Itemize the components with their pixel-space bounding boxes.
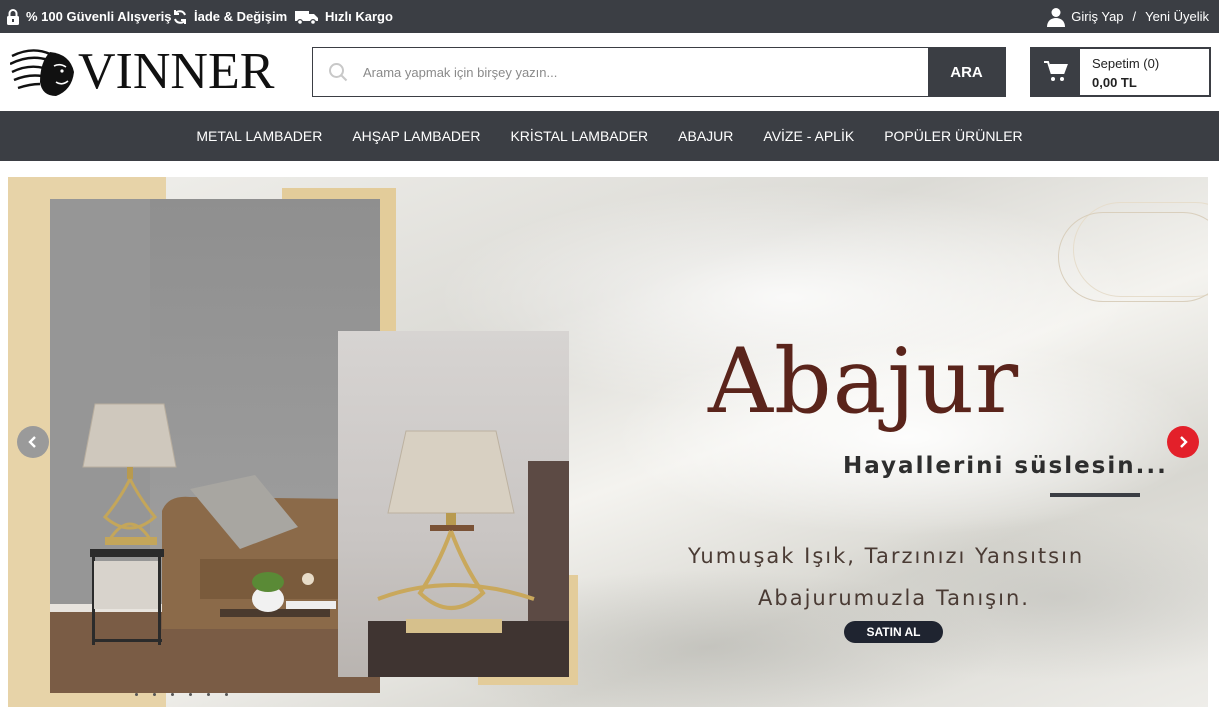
site-logo[interactable]: VINNER	[10, 44, 290, 100]
product-photo-living-room	[50, 199, 380, 693]
product-photo-lamp-closeup	[338, 331, 569, 677]
slider-dots	[135, 693, 243, 696]
slider-dot[interactable]	[207, 693, 210, 696]
nav-metal-lambader[interactable]: METAL LAMBADER	[196, 128, 322, 144]
slider-prev-button[interactable]	[17, 426, 49, 458]
banner-tagline-1: Yumuşak Işık, Tarzınızı Yansıtsın	[688, 544, 1085, 568]
returns-label: İade & Değişim	[194, 9, 288, 24]
banner-headline: Abajur	[708, 329, 1020, 434]
refresh-icon	[174, 9, 186, 24]
cart-label: Sepetim (0)	[1092, 56, 1160, 71]
login-link[interactable]: Giriş Yap	[1071, 9, 1123, 24]
account-links: Giriş Yap / Yeni Üyelik	[1047, 0, 1209, 33]
cart-icon-container	[1032, 49, 1080, 95]
slider-dot[interactable]	[153, 693, 156, 696]
chevron-left-icon	[28, 436, 36, 448]
secure-shopping: % 100 Güvenli Alışveriş	[6, 0, 171, 33]
slider-dot[interactable]	[135, 693, 138, 696]
truck-icon	[295, 10, 318, 25]
search-icon	[329, 63, 348, 82]
nav-ahsap-lambader[interactable]: AHŞAP LAMBADER	[352, 128, 480, 144]
slider-dot[interactable]	[189, 693, 192, 696]
nav-abajur[interactable]: ABAJUR	[678, 128, 733, 144]
logo-text: VINNER	[78, 43, 275, 100]
search-button[interactable]: ARA	[928, 48, 1005, 96]
returns: İade & Değişim	[172, 0, 287, 33]
search-bar: ARA	[312, 47, 1006, 97]
hero-banner[interactable]: Abajur Hayallerini süslesin... Yumuşak I…	[8, 177, 1208, 707]
search-icon-container	[313, 48, 363, 96]
nav-avize-aplik[interactable]: AVİZE - APLİK	[763, 128, 854, 144]
top-bar: % 100 Güvenli Alışveriş İade & Değişim H…	[0, 0, 1219, 33]
banner-subheadline: Hayallerini süslesin...	[843, 453, 1168, 479]
chevron-right-icon	[1180, 436, 1188, 448]
slider-next-button[interactable]	[1167, 426, 1199, 458]
lamp-closeup-illustration	[368, 430, 569, 677]
shopping-cart-icon	[1044, 61, 1068, 81]
nav-populer-urunler[interactable]: POPÜLER ÜRÜNLER	[884, 128, 1022, 144]
banner-decorative-outline-inner	[1058, 212, 1208, 302]
slider-dot[interactable]	[225, 693, 228, 696]
fast-shipping: Hızlı Kargo	[295, 0, 393, 33]
slider-dot[interactable]	[171, 693, 174, 696]
lock-icon	[7, 8, 19, 25]
lion-logo-icon	[10, 49, 74, 96]
living-room-illustration	[50, 199, 380, 693]
account-separator: /	[1132, 9, 1137, 24]
secure-shopping-label: % 100 Güvenli Alışveriş	[26, 9, 172, 24]
banner-underline	[1050, 493, 1140, 497]
cart-summary: Sepetim (0) 0,00 TL	[1080, 49, 1159, 95]
buy-now-button[interactable]: SATIN AL	[844, 621, 943, 643]
user-icon	[1047, 7, 1066, 27]
nav-kristal-lambader[interactable]: KRİSTAL LAMBADER	[510, 128, 648, 144]
register-link[interactable]: Yeni Üyelik	[1145, 9, 1209, 24]
cart-total: 0,00 TL	[1092, 74, 1137, 90]
banner-tagline-2: Abajurumuzla Tanışın.	[758, 586, 1030, 610]
fast-shipping-label: Hızlı Kargo	[325, 9, 393, 24]
cart-button[interactable]: Sepetim (0) 0,00 TL	[1030, 47, 1211, 97]
main-nav: METAL LAMBADER AHŞAP LAMBADER KRİSTAL LA…	[0, 111, 1219, 161]
search-input[interactable]	[363, 48, 928, 96]
